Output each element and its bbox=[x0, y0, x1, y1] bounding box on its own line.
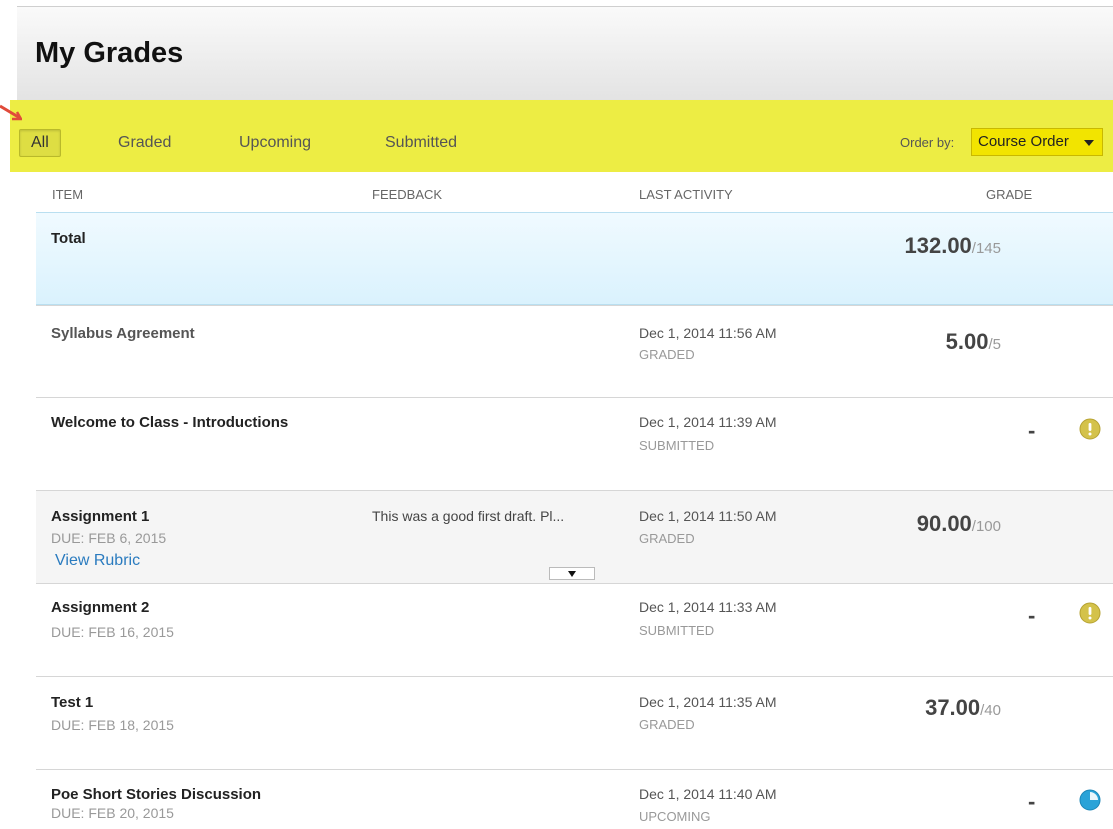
total-score: 132.00 bbox=[904, 233, 972, 258]
last-activity-date: Dec 1, 2014 11:33 AM bbox=[639, 599, 777, 615]
order-by-select[interactable]: Course Order bbox=[971, 128, 1103, 156]
item-title: Assignment 1 bbox=[51, 508, 150, 525]
feedback-text: This was a good first draft. Pl... bbox=[372, 508, 565, 524]
due-date: DUE: FEB 20, 2015 bbox=[51, 805, 174, 821]
last-activity-date: Dec 1, 2014 11:40 AM bbox=[639, 786, 777, 802]
due-date: DUE: FEB 16, 2015 bbox=[51, 624, 174, 640]
expand-feedback-button[interactable] bbox=[549, 567, 595, 580]
total-row: Total 132.00/145 bbox=[36, 212, 1113, 305]
due-date: DUE: FEB 6, 2015 bbox=[51, 530, 167, 546]
grade-row-test-1[interactable]: Test 1 DUE: FEB 18, 2015 Dec 1, 2014 11:… bbox=[36, 676, 1113, 769]
grade-score: 37.00 bbox=[925, 695, 981, 720]
status-label: SUBMITTED bbox=[639, 623, 715, 638]
total-label: Total bbox=[51, 230, 86, 247]
pointer-arrow-icon bbox=[0, 104, 22, 121]
view-rubric-link[interactable]: View Rubric bbox=[55, 552, 140, 570]
item-title: Assignment 2 bbox=[51, 599, 150, 616]
status-label: GRADED bbox=[639, 531, 695, 546]
column-header-feedback: FEEDBACK bbox=[372, 187, 443, 202]
tab-all[interactable]: All bbox=[19, 129, 61, 157]
due-date: DUE: FEB 18, 2015 bbox=[51, 717, 174, 733]
grade-score: - bbox=[1028, 789, 1036, 814]
last-activity-date: Dec 1, 2014 11:56 AM bbox=[639, 325, 777, 341]
tab-graded[interactable]: Graded bbox=[118, 130, 171, 156]
grade-out-of: /40 bbox=[980, 702, 1001, 719]
grade-score: - bbox=[1028, 603, 1036, 628]
item-title: Syllabus Agreement bbox=[51, 325, 195, 342]
last-activity-date: Dec 1, 2014 11:39 AM bbox=[639, 414, 777, 430]
grade-row-poe-short-stories[interactable]: Poe Short Stories Discussion DUE: FEB 20… bbox=[36, 769, 1113, 829]
grade-out-of: /5 bbox=[988, 336, 1001, 353]
status-label: GRADED bbox=[639, 347, 695, 362]
page-title: My Grades bbox=[35, 37, 184, 69]
page-header: My Grades bbox=[17, 6, 1113, 101]
item-title: Poe Short Stories Discussion bbox=[51, 786, 262, 803]
total-grade: 132.00/145 bbox=[905, 233, 1002, 259]
column-header-last-activity: LAST ACTIVITY bbox=[639, 187, 733, 202]
grade-value: 5.00/5 bbox=[946, 329, 1001, 355]
column-header-item: ITEM bbox=[52, 187, 84, 202]
grade-row-syllabus-agreement[interactable]: Syllabus Agreement Dec 1, 2014 11:56 AM … bbox=[36, 305, 1113, 397]
grade-out-of: /100 bbox=[971, 518, 1001, 535]
grade-score: 5.00 bbox=[945, 329, 989, 354]
status-label: SUBMITTED bbox=[639, 438, 715, 453]
upcoming-icon[interactable] bbox=[1079, 789, 1101, 811]
last-activity-date: Dec 1, 2014 11:50 AM bbox=[639, 508, 777, 524]
item-title: Welcome to Class - Introductions bbox=[51, 414, 289, 431]
status-label: UPCOMING bbox=[639, 809, 711, 824]
last-activity-date: Dec 1, 2014 11:35 AM bbox=[639, 694, 777, 710]
warning-icon[interactable] bbox=[1079, 602, 1101, 624]
grade-score: - bbox=[1028, 418, 1036, 443]
chevron-down-icon bbox=[1084, 140, 1094, 146]
tab-submitted[interactable]: Submitted bbox=[385, 130, 457, 156]
warning-icon[interactable] bbox=[1079, 418, 1101, 440]
total-out-of: /145 bbox=[971, 240, 1001, 257]
column-header-grade: GRADE bbox=[986, 187, 1033, 202]
status-label: GRADED bbox=[639, 717, 695, 732]
grade-score: 90.00 bbox=[916, 511, 972, 536]
grade-row-assignment-2[interactable]: Assignment 2 DUE: FEB 16, 2015 Dec 1, 20… bbox=[36, 583, 1113, 676]
grade-value: 37.00/40 bbox=[925, 695, 1001, 721]
order-by-label: Order by: bbox=[900, 135, 955, 150]
filter-bar: All Graded Upcoming Submitted Order by: … bbox=[10, 100, 1113, 172]
grade-row-assignment-1[interactable]: Assignment 1 DUE: FEB 6, 2015 View Rubri… bbox=[36, 490, 1113, 583]
grade-row-welcome-to-class[interactable]: Welcome to Class - Introductions Dec 1, … bbox=[36, 397, 1113, 490]
caret-down-icon bbox=[568, 571, 576, 577]
tab-upcoming[interactable]: Upcoming bbox=[239, 130, 311, 156]
grade-value: 90.00/100 bbox=[917, 511, 1001, 537]
order-by-value: Course Order bbox=[978, 133, 1069, 150]
item-title: Test 1 bbox=[51, 694, 94, 711]
